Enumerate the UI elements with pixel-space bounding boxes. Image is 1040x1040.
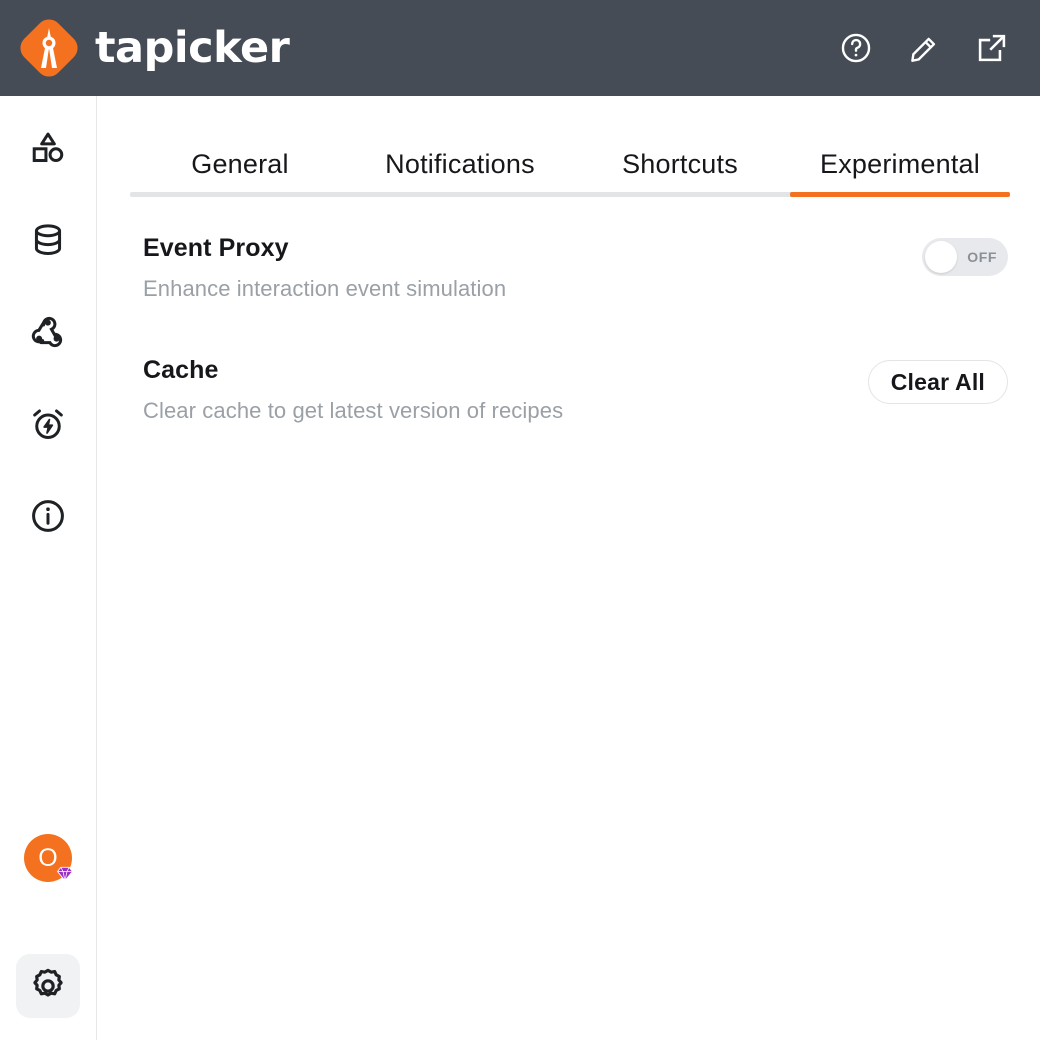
settings-tabs: General Notifications Shortcuts Experime…: [130, 134, 1010, 197]
tab-experimental[interactable]: Experimental: [790, 149, 1010, 192]
help-icon[interactable]: [836, 28, 876, 68]
tab-notifications[interactable]: Notifications: [350, 149, 570, 192]
tabs-underline: [130, 192, 1010, 197]
setting-title: Event Proxy: [143, 234, 289, 262]
brand-name: tapicker: [95, 22, 290, 73]
setting-description: Clear cache to get latest version of rec…: [143, 397, 564, 423]
settings-rows: Event Proxy Enhance interaction event si…: [143, 228, 1008, 432]
sidebar-item-recipes[interactable]: [16, 116, 80, 180]
setting-text: Event Proxy Enhance interaction event si…: [143, 232, 506, 305]
setting-text: Cache Clear cache to get latest version …: [143, 354, 563, 427]
setting-row-cache: Cache Clear cache to get latest version …: [143, 350, 1008, 432]
app-header: tapicker: [0, 0, 1040, 96]
toggle-knob: [925, 241, 957, 273]
settings-content: General Notifications Shortcuts Experime…: [97, 96, 1040, 1040]
tab-general[interactable]: General: [130, 149, 350, 192]
sidebar-item-data[interactable]: [16, 208, 80, 272]
setting-title: Cache: [143, 356, 219, 384]
tab-shortcuts[interactable]: Shortcuts: [570, 149, 790, 192]
tapicker-diamond-logo: [15, 14, 83, 82]
setting-control: Clear All: [867, 354, 1008, 404]
sidebar-item-info[interactable]: [16, 484, 80, 548]
sidebar-item-settings[interactable]: [16, 954, 80, 1018]
alarm-bolt-icon: [33, 409, 63, 439]
account-avatar[interactable]: O: [16, 826, 80, 890]
setting-row-event-proxy: Event Proxy Enhance interaction event si…: [143, 228, 1008, 310]
logo-a-glyph: [41, 28, 57, 68]
sidebar-item-schedules[interactable]: [16, 392, 80, 456]
sidebar-item-webhooks[interactable]: [16, 300, 80, 364]
active-tab-indicator: [790, 192, 1010, 197]
shapes-icon: [32, 132, 64, 163]
gear-icon: [33, 968, 63, 997]
edit-icon[interactable]: [904, 28, 944, 68]
clear-all-button[interactable]: Clear All: [867, 360, 1008, 404]
event-proxy-toggle[interactable]: OFF: [922, 238, 1008, 276]
webhook-icon: [31, 316, 63, 348]
info-circle-icon: [32, 500, 64, 532]
external-link-icon[interactable]: [972, 28, 1012, 68]
toggle-state-label: OFF: [967, 249, 997, 265]
tabs-row: General Notifications Shortcuts Experime…: [130, 134, 1010, 192]
gem-icon: [55, 864, 75, 884]
sidebar: O: [0, 96, 97, 1040]
database-icon: [34, 224, 62, 255]
app-window: tapicker O General Notifications Shortcu…: [0, 0, 1040, 1040]
setting-control: OFF: [922, 232, 1008, 276]
header-actions: [836, 28, 1040, 68]
brand: tapicker: [0, 14, 290, 82]
setting-description: Enhance interaction event simulation: [143, 275, 507, 301]
